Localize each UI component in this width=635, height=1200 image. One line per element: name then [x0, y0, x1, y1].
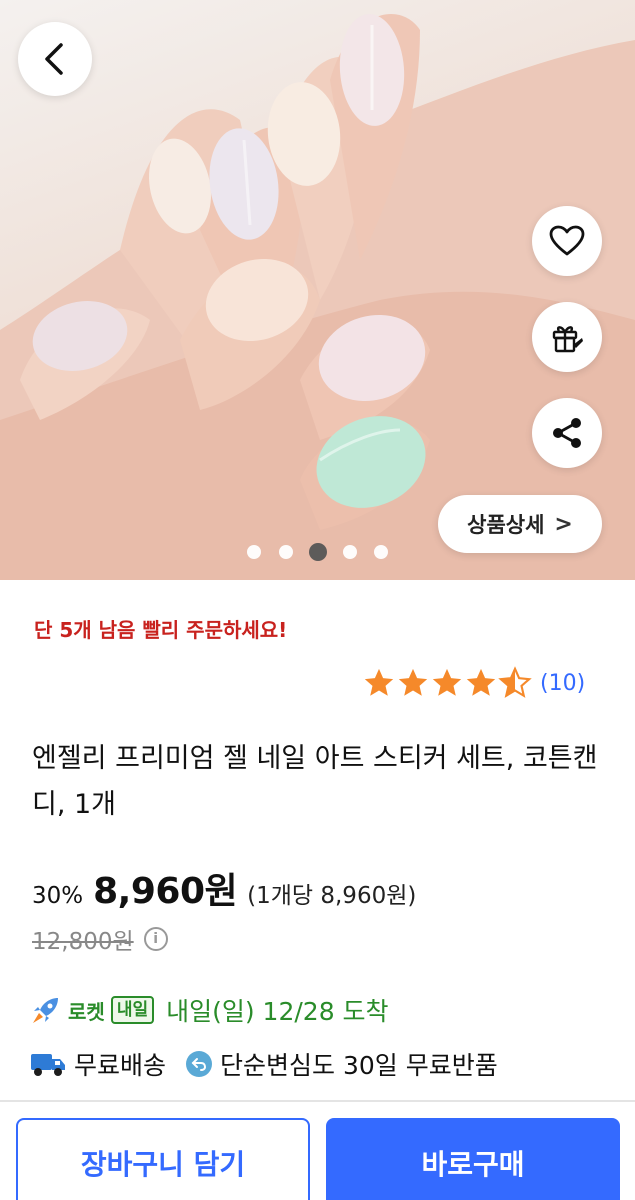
share-icon: [553, 418, 581, 448]
star-half-icon: [498, 666, 532, 698]
free-return: 단순변심도 30일 무료반품: [220, 1051, 498, 1080]
sale-price: 8,960원: [93, 871, 238, 912]
star-icon: [432, 668, 462, 696]
return-icon: [186, 1051, 213, 1077]
gallery-pagination: [0, 543, 635, 561]
info-icon[interactable]: i: [143, 927, 168, 951]
truck-icon: [31, 1054, 65, 1076]
back-button[interactable]: [18, 22, 92, 96]
pagination-dot[interactable]: [343, 545, 357, 559]
shipping-row: 무료배송 단순변심도 30일 무료반품: [30, 1046, 498, 1082]
tomorrow-badge: 내일: [110, 996, 155, 1024]
product-photo: [0, 14, 635, 580]
favorite-button[interactable]: [532, 206, 602, 276]
rocket-delivery-row: 로켓 내일 내일(일) 12/28 도착: [30, 992, 389, 1028]
review-count[interactable]: (10): [540, 671, 585, 696]
product-detail-label: 상품상세: [467, 513, 545, 537]
chevron-right-icon: >: [554, 511, 573, 537]
heart-icon: [549, 225, 585, 256]
rocket-label: 로켓: [68, 999, 105, 1024]
original-price: 12,800원: [32, 929, 134, 955]
gift-icon: [552, 326, 583, 353]
pagination-dot[interactable]: [374, 545, 388, 559]
arrival-date: 내일(일) 12/28 도착: [166, 997, 389, 1026]
rating-row[interactable]: (10): [362, 666, 585, 700]
star-icon: [466, 668, 496, 696]
gift-button[interactable]: [532, 302, 602, 372]
pagination-dot-active[interactable]: [309, 543, 327, 561]
discount-rate: 30%: [32, 883, 84, 909]
pagination-dot[interactable]: [247, 545, 261, 559]
original-price-row: 12,800원 i: [32, 922, 168, 956]
rocket-icon: [33, 998, 58, 1023]
price-row: 30% 8,960원 (1개당 8,960원): [32, 862, 416, 914]
product-image-gallery[interactable]: 상품상세 >: [0, 0, 635, 580]
unit-price: (1개당 8,960원): [247, 883, 417, 909]
stock-notice: 단 5개 남음 빨리 주문하세요!: [34, 618, 288, 642]
buy-now-button[interactable]: 바로구매: [326, 1118, 620, 1200]
star-icon: [398, 668, 428, 696]
free-shipping: 무료배송: [74, 1051, 167, 1080]
divider: [0, 1100, 635, 1102]
pagination-dot[interactable]: [279, 545, 293, 559]
star-icon: [364, 668, 394, 696]
chevron-left-icon: [45, 43, 63, 75]
share-button[interactable]: [532, 398, 602, 468]
product-title: 엔젤리 프리미엄 젤 네일 아트 스티커 세트, 코튼캔디, 1개: [32, 743, 598, 820]
add-to-cart-button[interactable]: 장바구니 담기: [16, 1118, 310, 1200]
